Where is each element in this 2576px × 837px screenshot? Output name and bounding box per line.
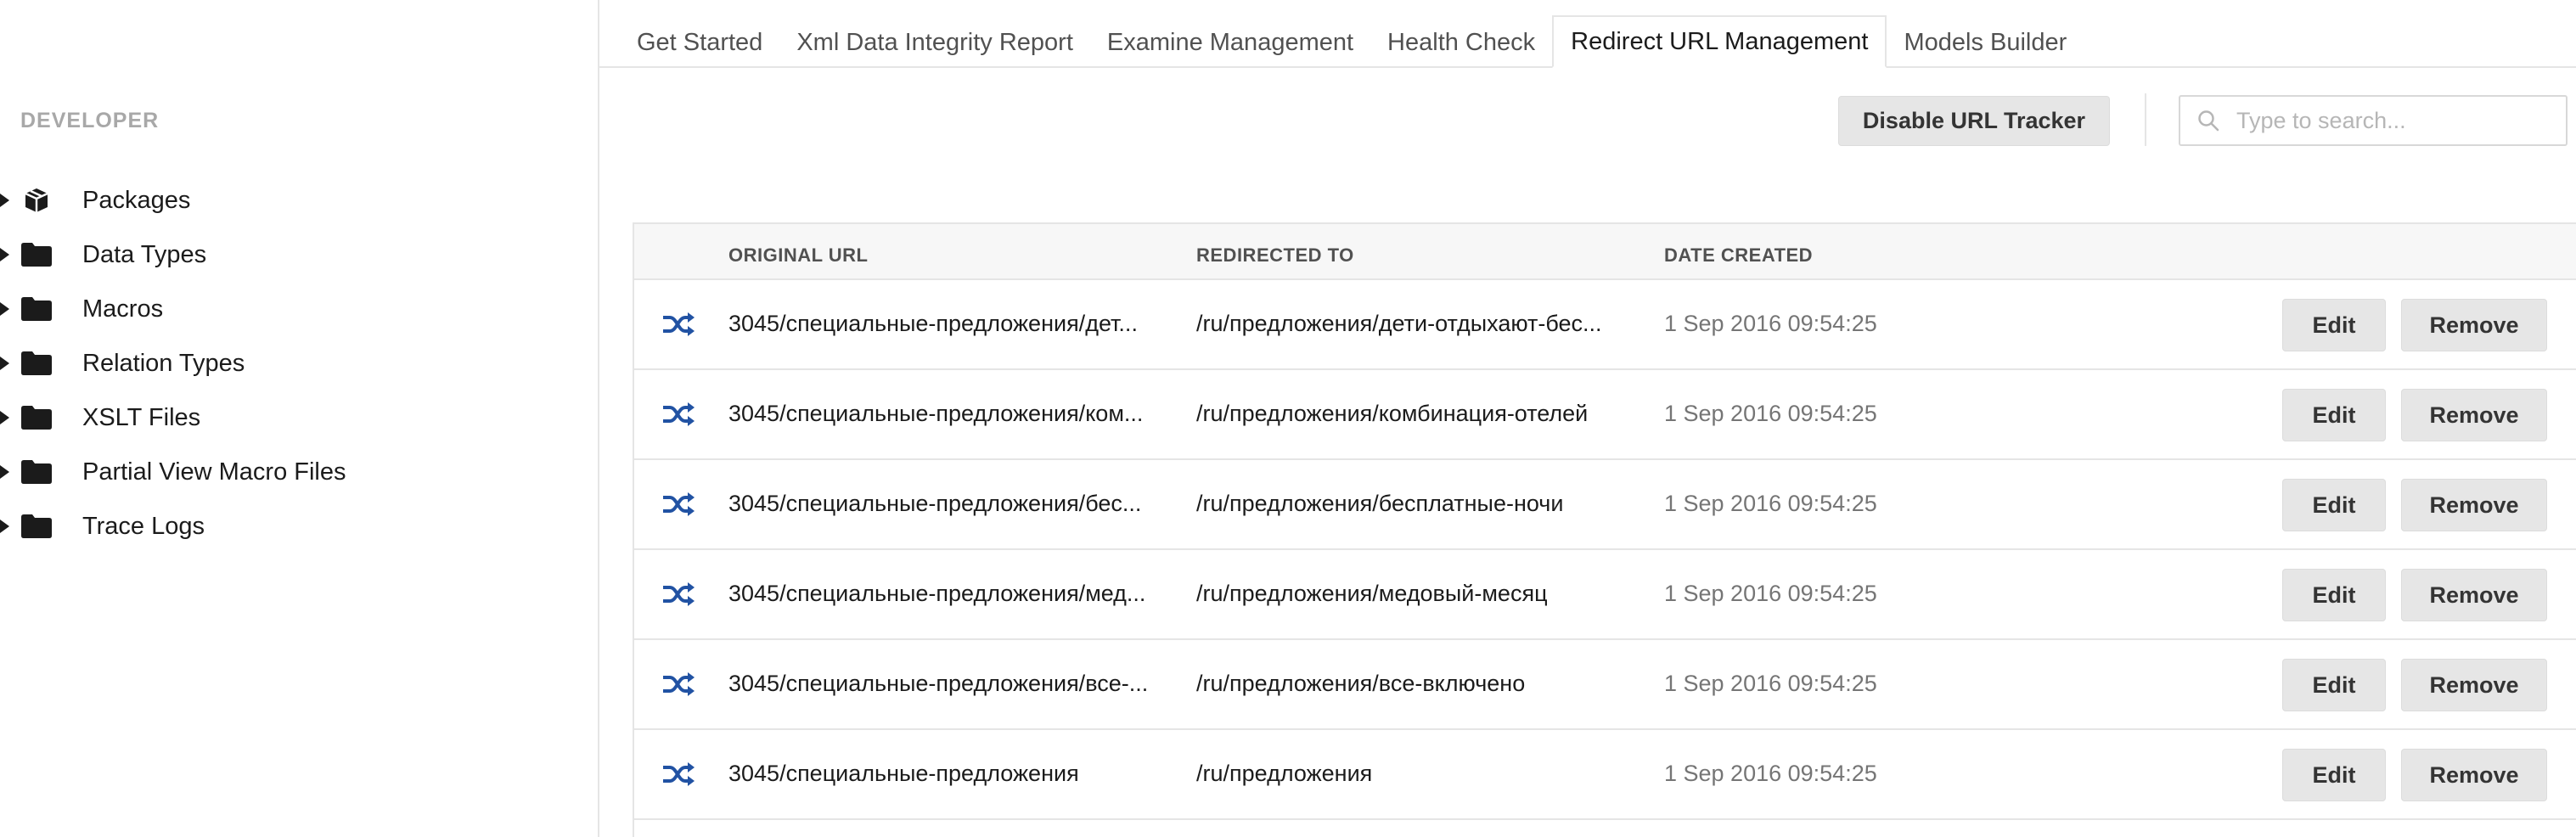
caret-right-icon[interactable] xyxy=(0,248,9,261)
redirected-to-url[interactable]: /ru/предложения/дети-отдыхают-бес... xyxy=(1196,311,1602,337)
remove-button[interactable]: Remove xyxy=(2401,299,2547,351)
sidebar-item-data-types[interactable]: Data Types xyxy=(0,228,598,282)
caret-right-icon[interactable] xyxy=(0,194,9,207)
sidebar-item-packages[interactable]: Packages xyxy=(0,173,598,228)
caret-right-icon[interactable] xyxy=(0,465,9,479)
original-url[interactable]: 3045/специальные-предложения/ком... xyxy=(728,401,1143,427)
folder-icon xyxy=(21,458,52,486)
sidebar-item-relation-types[interactable]: Relation Types xyxy=(0,336,598,390)
edit-button[interactable]: Edit xyxy=(2282,479,2386,531)
sidebar-item-label: Packages xyxy=(82,186,191,214)
toolbar-divider xyxy=(2145,93,2146,146)
original-url[interactable]: 3045/специальные-предложения/все-... xyxy=(728,671,1148,697)
disable-url-tracker-button[interactable]: Disable URL Tracker xyxy=(1838,96,2110,146)
tab-get-started[interactable]: Get Started xyxy=(620,17,779,68)
search-input[interactable] xyxy=(2235,106,2544,135)
date-created: 1 Sep 2016 09:54:25 xyxy=(1664,311,1877,336)
table-row: 3045/специальные-предложения/дет... /ru/… xyxy=(634,280,2576,370)
date-created: 1 Sep 2016 09:54:25 xyxy=(1664,761,1877,786)
shuffle-icon xyxy=(661,582,695,606)
edit-button[interactable]: Edit xyxy=(2282,299,2386,351)
redirects-table: ORIGINAL URL REDIRECTED TO DATE CREATED … xyxy=(633,222,2576,837)
sidebar: DEVELOPER Packages Data Types Macros Rel… xyxy=(0,0,599,837)
redirected-to-url[interactable]: /ru/предложения/медовый-месяц xyxy=(1196,581,1548,607)
sidebar-item-xslt-files[interactable]: XSLT Files xyxy=(0,390,598,445)
sidebar-item-label: Trace Logs xyxy=(82,512,205,540)
tab-xml-data-integrity-report[interactable]: Xml Data Integrity Report xyxy=(779,17,1090,68)
sidebar-item-trace-logs[interactable]: Trace Logs xyxy=(0,499,598,553)
folder-icon xyxy=(21,350,52,377)
search-box[interactable] xyxy=(2179,95,2568,146)
column-header-date-created[interactable]: DATE CREATED xyxy=(1664,244,1813,267)
caret-right-icon[interactable] xyxy=(0,357,9,370)
shuffle-icon xyxy=(661,762,695,786)
sidebar-item-label: Data Types xyxy=(82,240,207,268)
tab-redirect-url-management[interactable]: Redirect URL Management xyxy=(1552,15,1887,68)
column-header-original-url[interactable]: ORIGINAL URL xyxy=(728,244,868,267)
edit-button[interactable]: Edit xyxy=(2282,749,2386,801)
date-created: 1 Sep 2016 09:54:25 xyxy=(1664,491,1877,516)
redirected-to-url[interactable]: /ru/предложения xyxy=(1196,761,1372,787)
folder-icon xyxy=(21,295,52,323)
table-row: 3045/специальные-предложения/бес... /ru/… xyxy=(634,460,2576,550)
dashboard-tabs: Get Started Xml Data Integrity Report Ex… xyxy=(599,0,2576,68)
remove-button[interactable]: Remove xyxy=(2401,659,2547,711)
edit-button[interactable]: Edit xyxy=(2282,659,2386,711)
column-header-redirected-to[interactable]: REDIRECTED TO xyxy=(1196,244,1354,267)
caret-right-icon[interactable] xyxy=(0,302,9,316)
table-row: 3045/специальные-предложения/ком... /ru/… xyxy=(634,370,2576,460)
sidebar-item-label: Relation Types xyxy=(82,349,245,377)
caret-right-icon[interactable] xyxy=(0,411,9,424)
tab-examine-management[interactable]: Examine Management xyxy=(1090,17,1370,68)
original-url[interactable]: 3045/специальные-предложения/мед... xyxy=(728,581,1145,607)
remove-button[interactable]: Remove xyxy=(2401,749,2547,801)
search-icon xyxy=(2197,110,2219,132)
tab-health-check[interactable]: Health Check xyxy=(1370,17,1552,68)
edit-button[interactable]: Edit xyxy=(2282,569,2386,621)
sidebar-item-label: Partial View Macro Files xyxy=(82,458,346,486)
package-icon xyxy=(21,187,52,214)
date-created: 1 Sep 2016 09:54:25 xyxy=(1664,581,1877,606)
table-row: 3045/специальные-предложения /ru/предлож… xyxy=(634,730,2576,820)
sidebar-item-partial-view-macro-files[interactable]: Partial View Macro Files xyxy=(0,445,598,499)
shuffle-icon xyxy=(661,492,695,516)
edit-button[interactable]: Edit xyxy=(2282,389,2386,441)
redirected-to-url[interactable]: /ru/предложения/все-включено xyxy=(1196,671,1525,697)
sidebar-section-title: DEVELOPER xyxy=(20,109,160,132)
shuffle-icon xyxy=(661,402,695,426)
remove-button[interactable]: Remove xyxy=(2401,389,2547,441)
remove-button[interactable]: Remove xyxy=(2401,569,2547,621)
remove-button[interactable]: Remove xyxy=(2401,479,2547,531)
table-header: ORIGINAL URL REDIRECTED TO DATE CREATED xyxy=(634,224,2576,280)
date-created: 1 Sep 2016 09:54:25 xyxy=(1664,401,1877,426)
original-url[interactable]: 3045/специальные-предложения/дет... xyxy=(728,311,1138,337)
tab-models-builder[interactable]: Models Builder xyxy=(1887,17,2084,68)
redirected-to-url[interactable]: /ru/предложения/бесплатные-ночи xyxy=(1196,491,1563,517)
date-created: 1 Sep 2016 09:54:25 xyxy=(1664,671,1877,696)
caret-right-icon[interactable] xyxy=(0,520,9,533)
table-row: 3045/специальные-предложения/мед... /ru/… xyxy=(634,550,2576,640)
shuffle-icon xyxy=(661,672,695,696)
sidebar-item-label: Macros xyxy=(82,295,164,323)
folder-icon xyxy=(21,241,52,268)
sidebar-item-macros[interactable]: Macros xyxy=(0,282,598,336)
original-url[interactable]: 3045/специальные-предложения xyxy=(728,761,1079,787)
redirected-to-url[interactable]: /ru/предложения/комбинация-отелей xyxy=(1196,401,1588,427)
folder-icon xyxy=(21,513,52,540)
table-row: 3045/специальные-предложения/все-... /ru… xyxy=(634,640,2576,730)
folder-icon xyxy=(21,404,52,431)
shuffle-icon xyxy=(661,312,695,336)
original-url[interactable]: 3045/специальные-предложения/бес... xyxy=(728,491,1141,517)
sidebar-item-label: XSLT Files xyxy=(82,403,201,431)
developer-tree: Packages Data Types Macros Relation Type… xyxy=(0,173,598,553)
